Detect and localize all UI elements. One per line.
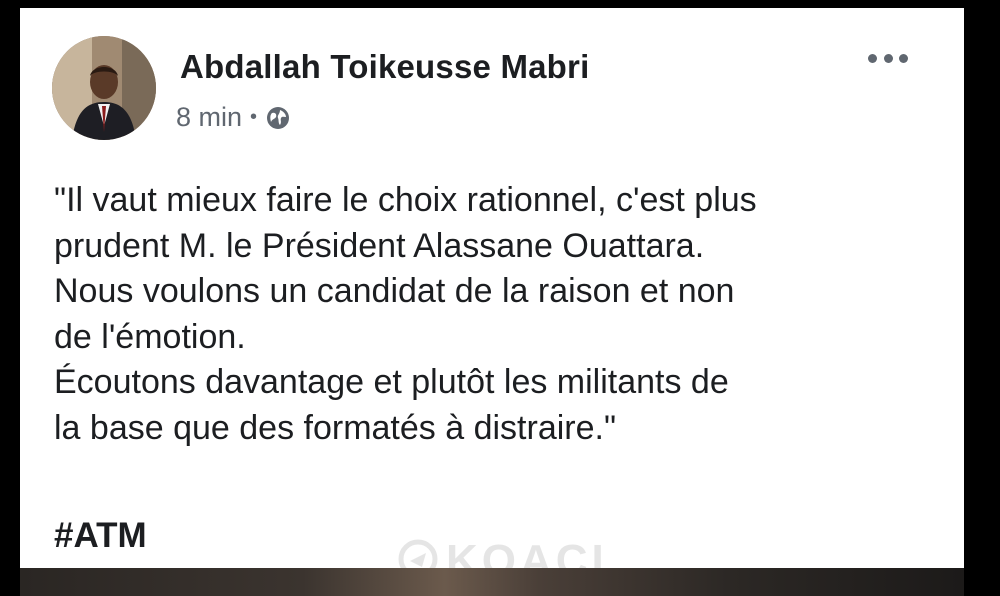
more-dot xyxy=(899,53,908,63)
post-text-line: Nous voulons un candidat de la raison et… xyxy=(54,272,735,310)
more-options-icon[interactable] xyxy=(868,48,908,68)
screenshot-frame: Abdallah Toikeusse Mabri 8 min • "Il vau… xyxy=(0,0,1000,596)
more-dot xyxy=(868,53,877,63)
facebook-post-card: Abdallah Toikeusse Mabri 8 min • "Il vau… xyxy=(20,8,964,585)
author-avatar[interactable] xyxy=(52,36,156,140)
post-text-line: prudent M. le Président Alassane Ouattar… xyxy=(54,226,705,265)
post-text-line: "Il vaut mieux faire le choix rationnel,… xyxy=(54,181,757,219)
meta-separator: • xyxy=(250,106,258,128)
post-timestamp[interactable]: 8 min xyxy=(176,102,242,133)
attached-photo-preview[interactable] xyxy=(20,568,964,596)
author-name[interactable]: Abdallah Toikeusse Mabri xyxy=(180,48,589,86)
post-text-line: de l'émotion. xyxy=(54,317,246,356)
post-meta: 8 min • xyxy=(176,102,291,133)
post-body: "Il vaut mieux faire le choix rationnel,… xyxy=(54,178,934,451)
more-dot xyxy=(883,53,893,63)
hashtag-link[interactable]: #ATM xyxy=(54,516,147,556)
post-text-line: Écoutons davantage et plutôt les militan… xyxy=(54,363,729,401)
globe-icon[interactable] xyxy=(265,105,291,131)
post-text-line: la base que des formatés à distraire." xyxy=(54,408,617,447)
